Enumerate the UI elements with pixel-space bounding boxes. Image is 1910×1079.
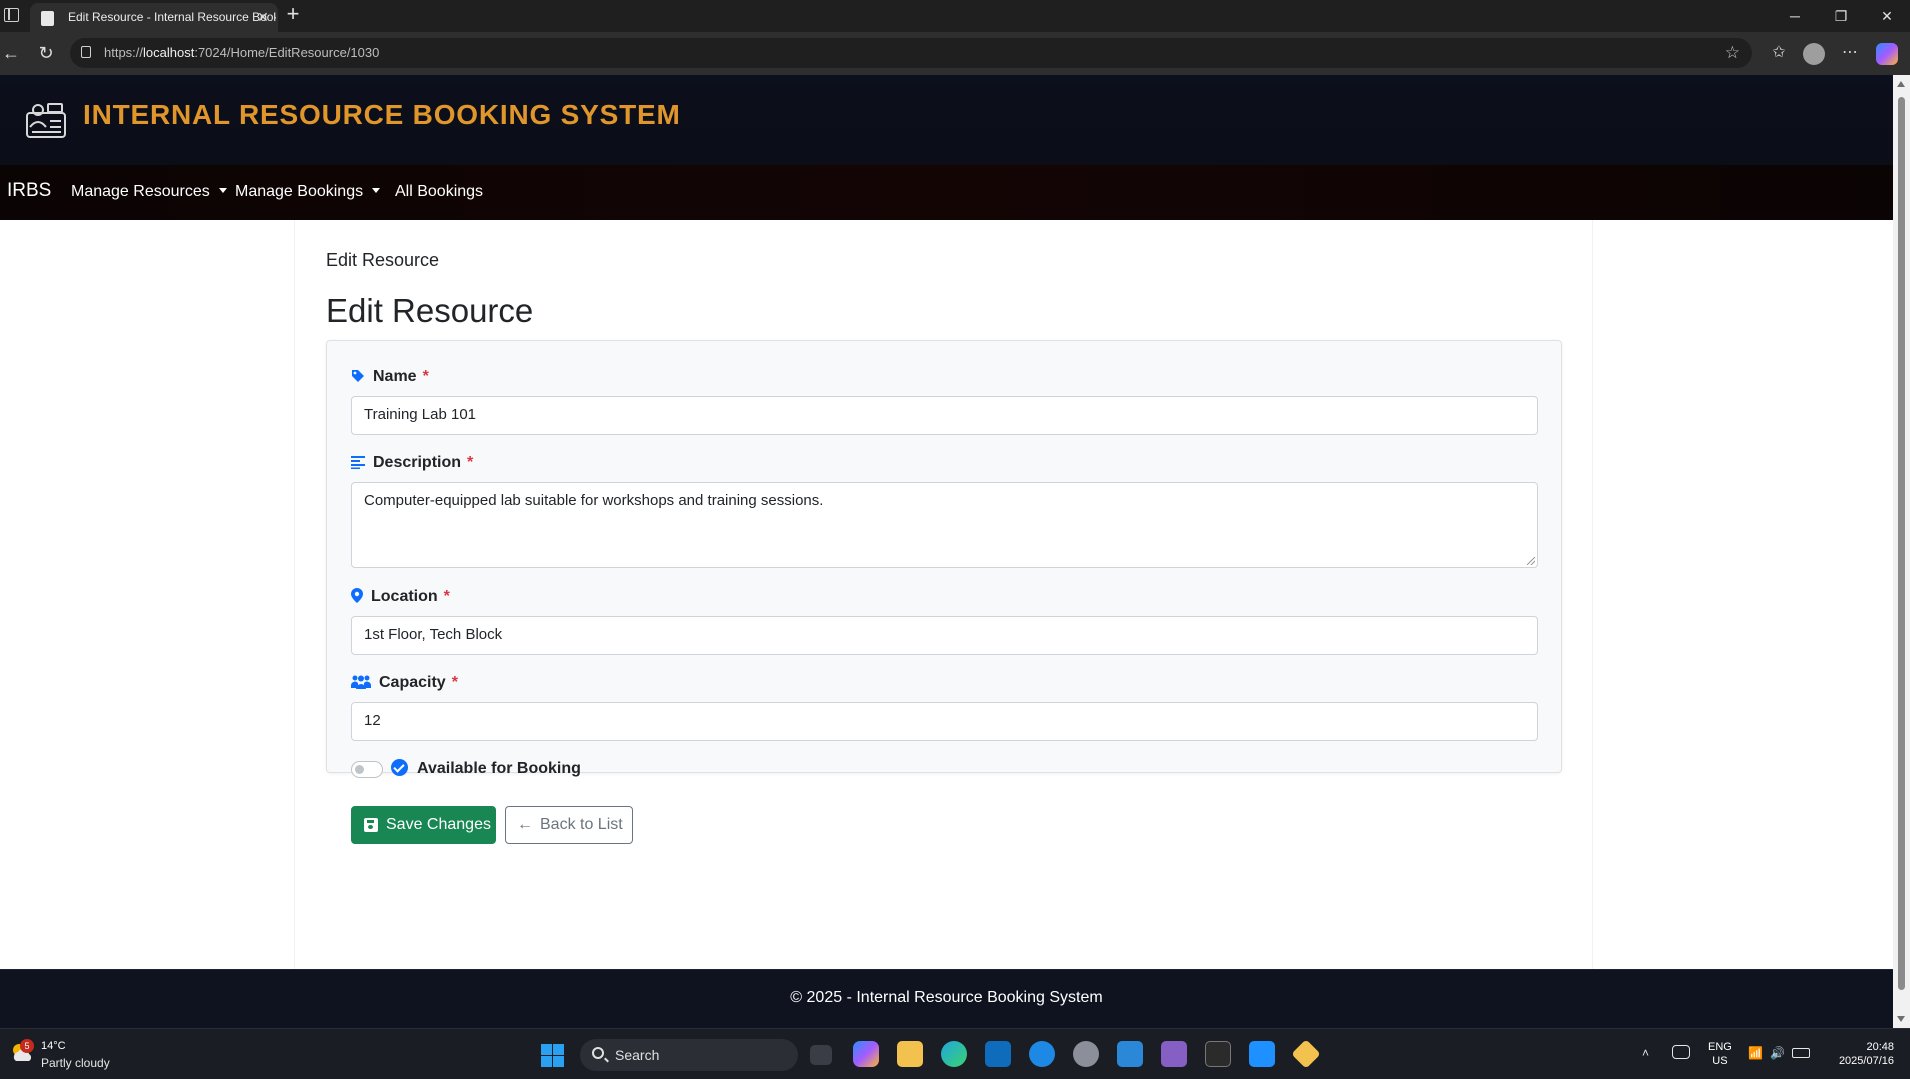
nav-all-bookings[interactable]: All Bookings bbox=[395, 183, 483, 201]
restore-icon[interactable]: ❐ bbox=[1830, 6, 1852, 26]
copilot-app-icon[interactable] bbox=[853, 1041, 879, 1067]
users-icon bbox=[351, 675, 371, 689]
terminal-icon[interactable] bbox=[1205, 1041, 1231, 1067]
close-tab-icon[interactable]: ✕ bbox=[254, 8, 272, 26]
favorites-icon[interactable]: ✩ bbox=[1767, 42, 1791, 64]
task-view-icon[interactable] bbox=[810, 1045, 832, 1065]
page-viewport: INTERNAL RESOURCE BOOKING SYSTEM IRBS Ma… bbox=[0, 75, 1893, 1028]
location-input[interactable]: 1st Floor, Tech Block bbox=[351, 616, 1538, 655]
windows-taskbar: 5 14°C Partly cloudy Search ˄ ENG US 📶 🔊 … bbox=[0, 1028, 1910, 1079]
align-left-icon bbox=[351, 456, 365, 469]
resize-handle-icon[interactable] bbox=[1527, 557, 1535, 565]
copilot-icon[interactable] bbox=[1876, 43, 1898, 65]
search-icon bbox=[592, 1047, 604, 1059]
scrollbar-thumb[interactable] bbox=[1898, 97, 1905, 990]
edge-browser-icon[interactable] bbox=[941, 1041, 967, 1067]
edit-resource-form: Name * Training Lab 101 Description * Comp… bbox=[326, 340, 1562, 844]
visual-studio-icon[interactable] bbox=[1161, 1041, 1187, 1067]
git-app-icon[interactable] bbox=[1291, 1039, 1321, 1069]
site-navbar: IRBS Manage Resources Manage Bookings Al… bbox=[0, 165, 1893, 220]
main-container: Edit Resource Edit Resource Name * Traini… bbox=[294, 220, 1593, 1028]
breadcrumb: Edit Resource bbox=[326, 250, 440, 270]
name-label: Name * bbox=[351, 368, 429, 386]
save-disk-icon bbox=[364, 818, 378, 832]
toggle-knob bbox=[355, 765, 364, 774]
address-bar[interactable]: https://localhost:7024/Home/EditResource… bbox=[70, 38, 1752, 68]
battery-icon[interactable] bbox=[1792, 1048, 1810, 1058]
tag-icon bbox=[352, 370, 364, 382]
more-menu-icon[interactable]: ⋯ bbox=[1838, 42, 1862, 64]
location-label: Location * bbox=[351, 588, 450, 606]
description-text: Computer-equipped lab suitable for works… bbox=[364, 492, 824, 509]
system-clock[interactable]: 20:48 2025/07/16 bbox=[1816, 1040, 1894, 1068]
dropdown-caret-icon bbox=[218, 188, 227, 193]
save-changes-button[interactable]: Save Changes bbox=[351, 806, 496, 844]
site-title: INTERNAL RESOURCE BOOKING SYSTEM bbox=[83, 99, 681, 130]
back-to-list-button[interactable]: ← Back to List bbox=[505, 806, 633, 844]
notepad-icon[interactable] bbox=[1249, 1041, 1275, 1067]
name-input[interactable]: Training Lab 101 bbox=[351, 396, 1538, 435]
weather-temperature[interactable]: 14°C bbox=[41, 1040, 66, 1052]
volume-icon[interactable]: 🔊 bbox=[1770, 1046, 1786, 1060]
scroll-down-icon[interactable] bbox=[1897, 1016, 1905, 1022]
nav-manage-bookings-label: Manage Bookings bbox=[235, 183, 364, 200]
tab-title: Edit Resource - Internal Resource Bookin… bbox=[68, 10, 276, 24]
capacity-label: Capacity * bbox=[351, 674, 458, 692]
scroll-up-icon[interactable] bbox=[1897, 81, 1905, 87]
browser-tab[interactable]: Edit Resource - Internal Resource Bookin… bbox=[30, 3, 278, 32]
back-icon[interactable]: ← bbox=[0, 42, 22, 64]
profile-avatar[interactable] bbox=[1803, 43, 1825, 65]
outlook-icon[interactable] bbox=[985, 1041, 1011, 1067]
url-text: https://localhost:7024/Home/EditResource… bbox=[104, 45, 380, 60]
available-toggle[interactable] bbox=[351, 761, 383, 778]
nav-manage-resources[interactable]: Manage Resources bbox=[71, 183, 227, 201]
new-tab-icon[interactable]: + bbox=[282, 3, 304, 26]
wifi-icon[interactable]: 📶 bbox=[1748, 1046, 1764, 1060]
taskbar-search[interactable]: Search bbox=[580, 1039, 798, 1071]
lock-icon[interactable] bbox=[81, 46, 91, 58]
site-header: INTERNAL RESOURCE BOOKING SYSTEM bbox=[0, 75, 1893, 165]
map-pin-icon bbox=[351, 588, 363, 603]
browser-tab-bar: Edit Resource - Internal Resource Bookin… bbox=[0, 0, 1910, 32]
close-window-icon[interactable]: ✕ bbox=[1876, 6, 1898, 26]
site-footer: © 2025 - Internal Resource Booking Syste… bbox=[0, 969, 1893, 1028]
nav-manage-bookings[interactable]: Manage Bookings bbox=[235, 183, 381, 201]
description-textarea[interactable]: Computer-equipped lab suitable for works… bbox=[351, 482, 1538, 568]
tab-actions-icon[interactable] bbox=[4, 8, 19, 22]
weather-alert-badge: 5 bbox=[20, 1039, 34, 1053]
taskbar-search-label: Search bbox=[615, 1047, 660, 1063]
check-circle-icon bbox=[391, 759, 408, 776]
capacity-input[interactable]: 12 bbox=[351, 702, 1538, 741]
vpn-app-icon[interactable] bbox=[1029, 1041, 1055, 1067]
minimize-icon[interactable]: ─ bbox=[1784, 6, 1806, 26]
description-label: Description * bbox=[351, 454, 473, 472]
footer-copyright: © 2025 - Internal Resource Booking Syste… bbox=[790, 989, 1103, 1006]
input-language[interactable]: ENG US bbox=[1708, 1040, 1732, 1068]
photos-icon[interactable] bbox=[1117, 1041, 1143, 1067]
page-favicon-icon bbox=[41, 11, 54, 26]
page-scrollbar[interactable] bbox=[1893, 75, 1910, 1028]
file-explorer-icon[interactable] bbox=[897, 1041, 923, 1067]
available-label[interactable]: Available for Booking bbox=[391, 759, 581, 778]
windows-start-icon[interactable] bbox=[541, 1044, 564, 1067]
show-hidden-icons-icon[interactable]: ˄ bbox=[1642, 1046, 1654, 1060]
resource-booking-logo-icon bbox=[26, 103, 66, 138]
nav-manage-resources-label: Manage Resources bbox=[71, 183, 210, 200]
cloud-sync-icon[interactable] bbox=[1672, 1045, 1690, 1059]
favorite-star-icon[interactable]: ☆ bbox=[1725, 43, 1740, 63]
dropdown-caret-icon bbox=[372, 188, 381, 193]
settings-gear-icon[interactable] bbox=[1073, 1041, 1099, 1067]
weather-condition[interactable]: Partly cloudy bbox=[41, 1056, 110, 1070]
browser-toolbar: ← ↻ https://localhost:7024/Home/EditReso… bbox=[0, 32, 1910, 75]
refresh-icon[interactable]: ↻ bbox=[35, 42, 57, 64]
page-title: Edit Resource bbox=[326, 292, 534, 329]
arrow-left-icon: ← bbox=[517, 816, 533, 833]
navbar-brand[interactable]: IRBS bbox=[7, 180, 51, 202]
